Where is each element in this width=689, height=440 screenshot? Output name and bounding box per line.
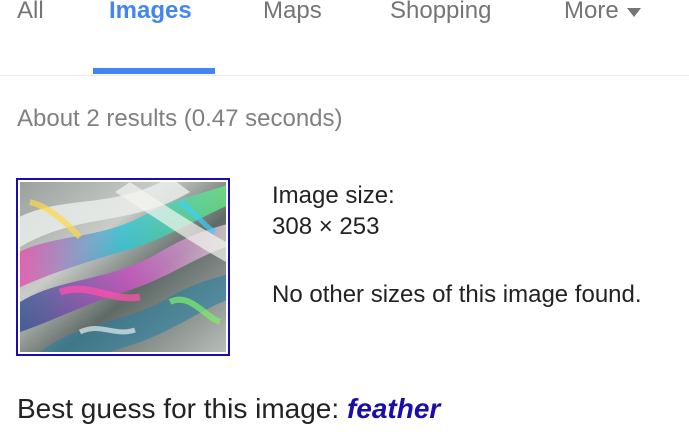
tab-shopping[interactable]: Shopping [390,0,491,25]
other-sizes-text: No other sizes of this image found. [272,281,642,308]
result-stats: About 2 results (0.47 seconds) [17,105,343,132]
tab-more[interactable]: More [564,0,641,26]
query-image-thumbnail[interactable] [16,178,230,356]
thumbnail-image [20,182,226,352]
tab-images[interactable]: Images [109,0,192,25]
search-results-page: All Images Maps Shopping More About 2 re… [0,0,689,440]
tab-more-label: More [564,0,619,24]
tab-all[interactable]: All [17,0,44,25]
image-size-label: Image size: [272,182,395,209]
best-guess-label: Best guess for this image: [17,393,340,424]
image-info: Image size: 308 × 253 No other sizes of … [272,180,642,310]
triangle-down-icon [626,0,641,24]
image-size-value: 308 × 253 [272,213,380,240]
search-tabs-bar: All Images Maps Shopping More [0,0,689,76]
best-guess-link[interactable]: feather [347,393,440,424]
active-tab-indicator [93,68,215,74]
best-guess: Best guess for this image: feather [17,393,440,425]
tab-maps[interactable]: Maps [263,0,322,25]
